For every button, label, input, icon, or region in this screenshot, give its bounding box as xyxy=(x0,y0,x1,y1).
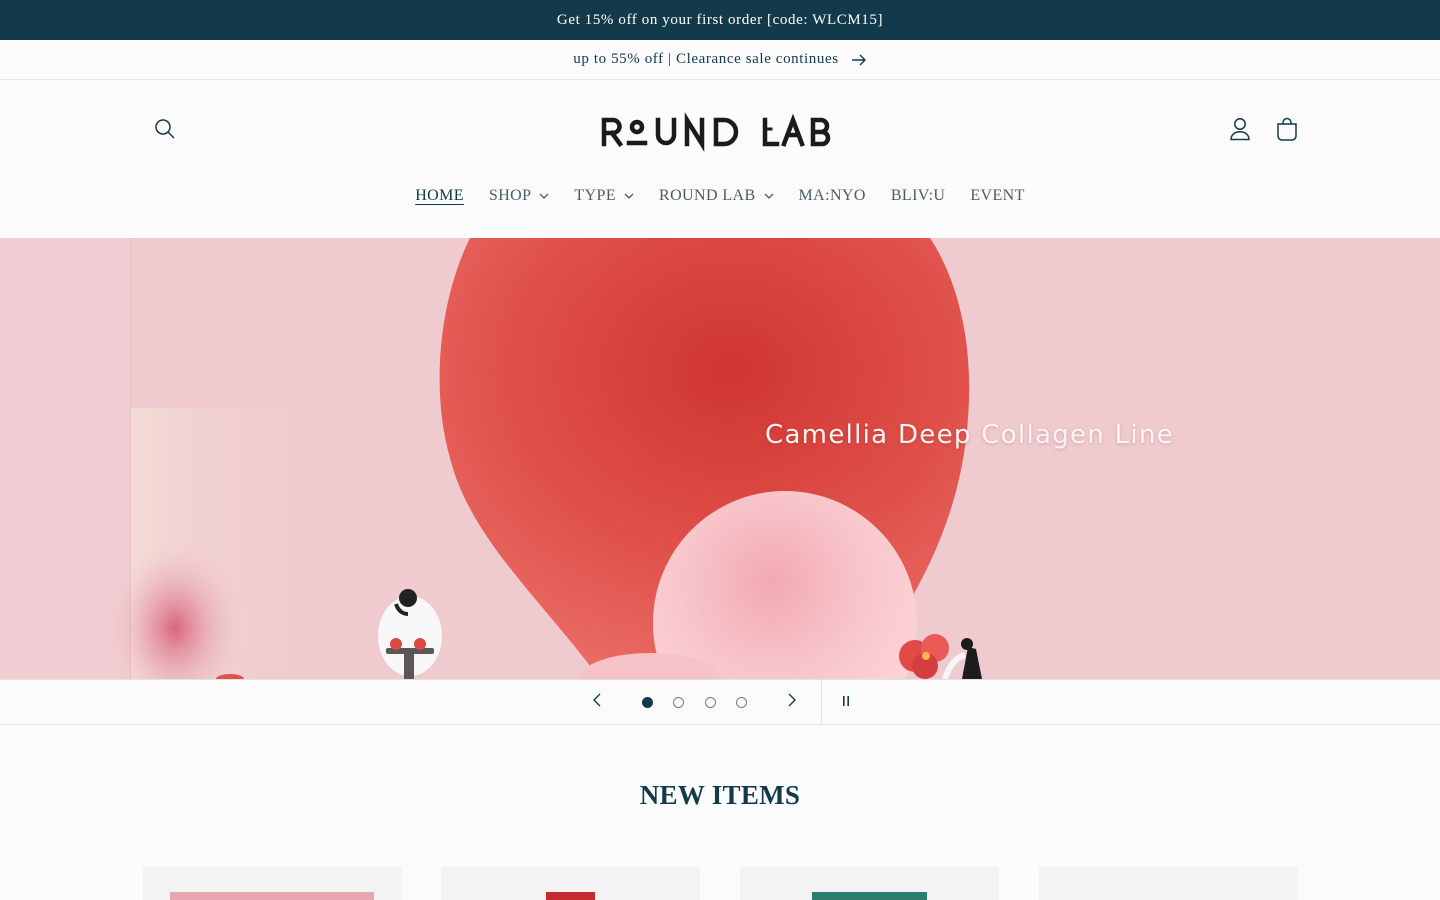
previous-slide-button[interactable] xyxy=(580,680,614,725)
chevron-down-icon xyxy=(539,193,549,199)
clearance-banner-link[interactable]: up to 55% off | Clearance sale continues xyxy=(0,40,1440,80)
round-lab-logo xyxy=(601,112,831,152)
product-card[interactable] xyxy=(143,867,402,900)
nav-item-label: EVENT xyxy=(970,187,1025,204)
nav-item-label: SHOP xyxy=(488,187,532,204)
cart-button[interactable] xyxy=(1265,109,1309,153)
nav-item-shop[interactable]: SHOP xyxy=(476,187,562,205)
nav-item-label: BLIV:U xyxy=(890,187,946,204)
nav-item-type[interactable]: TYPE xyxy=(562,187,647,205)
nav-item-label: TYPE xyxy=(574,187,617,204)
search-button[interactable] xyxy=(143,109,187,153)
logo-link[interactable] xyxy=(590,110,850,154)
slide-dot-2[interactable] xyxy=(673,697,684,708)
slide-dot-3[interactable] xyxy=(705,697,716,708)
chevron-left-icon xyxy=(593,693,601,712)
hero-slide-title: Camellia Deep Collagen Line xyxy=(765,420,1175,450)
nav-item-manyo[interactable]: MA:NYO xyxy=(786,187,878,205)
product-card[interactable] xyxy=(740,867,999,900)
nav-item-event[interactable]: EVENT xyxy=(958,187,1037,205)
pause-icon xyxy=(841,694,851,712)
announcement-text: Get 15% off on your first order [code: W… xyxy=(556,11,884,28)
nav-item-bliv-u[interactable]: BLIV:U xyxy=(878,187,958,205)
product-image xyxy=(546,892,595,900)
nav-item-home[interactable]: HOME xyxy=(403,187,477,205)
section-title: NEW ITEMS xyxy=(639,780,801,810)
chevron-right-icon xyxy=(788,693,796,712)
chevron-down-icon xyxy=(624,193,634,199)
nav-item-label: MA:NYO xyxy=(798,187,866,204)
pause-slideshow-button[interactable] xyxy=(828,680,864,725)
product-card[interactable] xyxy=(441,867,700,900)
site-header: HOME SHOP TYPE ROUND LAB MA:NYO BLIV:U E… xyxy=(0,80,1440,238)
clearance-text: up to 55% off | Clearance sale continues xyxy=(573,51,839,67)
nav-item-label: ROUND LAB xyxy=(659,187,756,204)
next-slide-button[interactable] xyxy=(775,680,809,725)
search-icon xyxy=(154,118,176,145)
slide-dot-1[interactable] xyxy=(642,697,653,708)
nav-item-label: HOME xyxy=(415,187,464,204)
product-image xyxy=(170,892,374,900)
slideshow-controls xyxy=(0,679,1440,725)
hero-slide[interactable]: Camellia Deep Collagen Line xyxy=(0,238,1440,679)
nav-item-round-lab[interactable]: ROUND LAB xyxy=(647,187,787,205)
account-button[interactable] xyxy=(1218,109,1262,153)
chevron-down-icon xyxy=(764,193,774,199)
main-navigation: HOME SHOP TYPE ROUND LAB MA:NYO BLIV:U E… xyxy=(0,180,1440,212)
arrow-right-icon xyxy=(851,54,867,66)
hero-illustration xyxy=(0,238,1440,679)
product-image xyxy=(812,892,927,900)
account-icon xyxy=(1229,117,1251,146)
announcement-bar: Get 15% off on your first order [code: W… xyxy=(0,0,1440,40)
cart-icon xyxy=(1276,117,1298,146)
controls-divider xyxy=(821,680,822,725)
slide-dot-4[interactable] xyxy=(736,697,747,708)
product-card[interactable] xyxy=(1039,867,1298,900)
